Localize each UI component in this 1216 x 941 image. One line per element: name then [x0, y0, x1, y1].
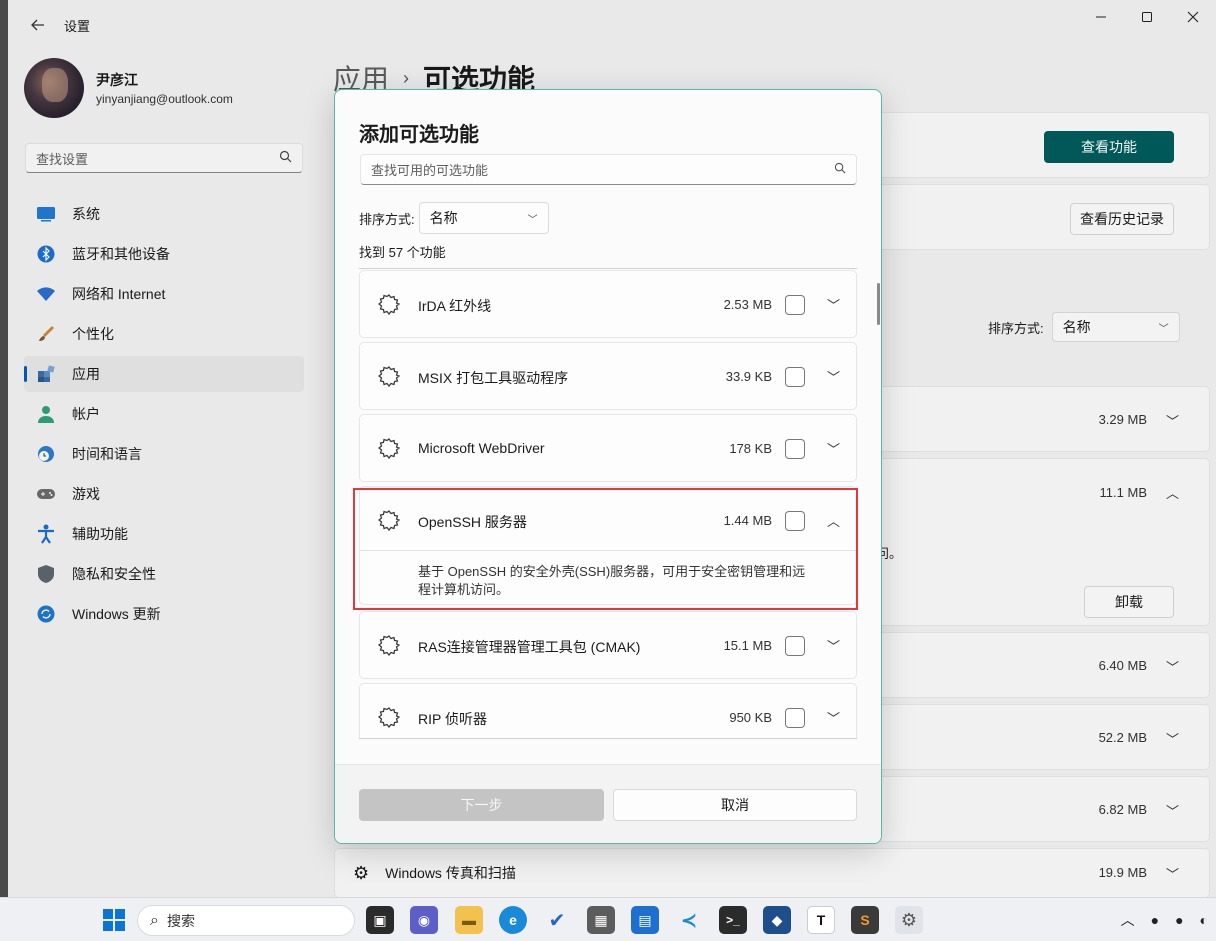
feature-checkbox[interactable]	[785, 708, 805, 728]
puzzle-gear-icon	[378, 635, 400, 656]
feature-checkbox[interactable]	[785, 439, 805, 459]
chevron-up-icon[interactable]: ︿	[1121, 910, 1135, 930]
feature-name: IrDA 红外线	[418, 298, 492, 314]
search-icon	[834, 162, 846, 177]
taskbar: ⌕ 搜索 ▣ ◉ ▬ e ✔ ▦ ▤ ≺ >_ ◆ T S ⚙ ︿ ● ● ◐	[0, 897, 1216, 941]
chevron-down-icon[interactable]: ﹀	[827, 636, 840, 655]
edge-icon[interactable]: e	[499, 906, 527, 934]
terminal-icon[interactable]: >_	[719, 906, 747, 934]
sort-label: 排序方式:	[359, 211, 415, 227]
puzzle-gear-icon	[378, 294, 400, 315]
puzzle-gear-icon	[378, 707, 400, 728]
puzzle-gear-icon	[378, 366, 400, 387]
store-icon[interactable]: ▤	[631, 906, 659, 934]
dialog-footer: 下一步 取消	[335, 764, 881, 843]
qq-icon[interactable]: ●	[1175, 912, 1183, 928]
feature-count: 找到 57 个功能	[359, 245, 446, 260]
vscode-icon[interactable]: ≺	[675, 906, 703, 934]
taskbar-search-label: 搜索	[166, 912, 195, 929]
feature-checkbox[interactable]	[785, 636, 805, 656]
feature-size: 15.1 MB	[723, 638, 772, 653]
todo-icon[interactable]: ✔	[543, 906, 571, 934]
feature-item[interactable]: IrDA 红外线 2.53 MB ﹀	[359, 270, 857, 338]
chevron-down-icon[interactable]: ﹀	[827, 367, 840, 386]
feature-search-placeholder: 查找可用的可选功能	[371, 163, 489, 178]
chevron-down-icon[interactable]: ﹀	[827, 708, 840, 727]
qq-icon[interactable]: ●	[1151, 912, 1159, 928]
dialog-sort: 排序方式: 名称 ﹀	[359, 202, 549, 234]
annotation-highlight-box	[353, 488, 858, 610]
puzzle-gear-icon	[378, 438, 400, 459]
feature-name: Microsoft WebDriver	[418, 440, 545, 456]
dialog-title: 添加可选功能	[359, 124, 479, 146]
feature-item[interactable]: MSIX 打包工具驱动程序 33.9 KB ﹀	[359, 342, 857, 410]
feature-search-input[interactable]: 查找可用的可选功能	[360, 154, 857, 185]
list-scrollbar[interactable]	[877, 283, 880, 325]
system-tray: ︿ ● ● ◐	[1113, 898, 1216, 941]
feature-checkbox[interactable]	[785, 367, 805, 387]
calculator-icon[interactable]: ▦	[587, 906, 615, 934]
start-icon[interactable]	[100, 906, 128, 934]
feature-item[interactable]: Microsoft WebDriver 178 KB ﹀	[359, 414, 857, 482]
network-icon[interactable]: ◐	[1200, 912, 1208, 928]
feature-size: 2.53 MB	[723, 297, 772, 312]
task-view-icon[interactable]: ▣	[366, 906, 394, 934]
feature-name: RIP 侦听器	[418, 711, 487, 727]
settings-icon[interactable]: ⚙	[895, 906, 923, 934]
chevron-down-icon[interactable]: ﹀	[827, 295, 840, 314]
search-icon: ⌕	[150, 911, 159, 929]
chevron-down-icon[interactable]: ﹀	[827, 439, 840, 458]
sort-dropdown[interactable]: 名称 ﹀	[418, 202, 549, 234]
feature-size: 950 KB	[729, 710, 772, 725]
feature-checkbox[interactable]	[785, 295, 805, 315]
teams-chat-icon[interactable]: ◉	[410, 906, 438, 934]
feature-item[interactable]: RIP 侦听器 950 KB ﹀	[359, 683, 857, 738]
typora-icon[interactable]: T	[807, 906, 835, 934]
cancel-button[interactable]: 取消	[613, 789, 857, 821]
feature-size: 33.9 KB	[725, 369, 772, 384]
sublime-icon[interactable]: S	[851, 906, 879, 934]
sort-value: 名称	[429, 210, 458, 226]
taskbar-search[interactable]: ⌕ 搜索	[137, 905, 355, 936]
feature-name: MSIX 打包工具驱动程序	[418, 370, 569, 386]
feature-item[interactable]: RAS连接管理器管理工具包 (CMAK) 15.1 MB ﹀	[359, 611, 857, 679]
chevron-down-icon: ﹀	[527, 214, 538, 226]
virtualbox-icon[interactable]: ◆	[763, 906, 791, 934]
file-explorer-icon[interactable]: ▬	[455, 906, 483, 934]
feature-name: RAS连接管理器管理工具包 (CMAK)	[418, 639, 641, 655]
add-optional-feature-dialog: 添加可选功能 查找可用的可选功能 排序方式: 名称 ﹀ 找到 57 个功能 Ir…	[334, 89, 882, 844]
next-button[interactable]: 下一步	[359, 789, 604, 821]
feature-size: 178 KB	[729, 441, 772, 456]
